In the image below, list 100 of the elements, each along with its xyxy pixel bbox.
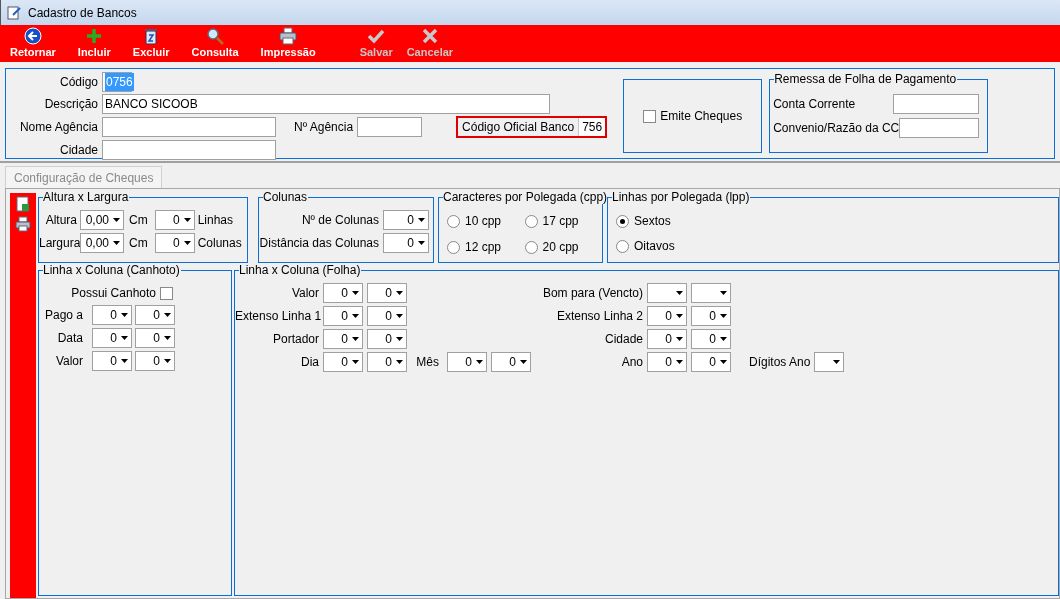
input-field[interactable]: 756 [579,118,606,136]
dropdown[interactable]: 0,00 [80,210,124,230]
input-field[interactable] [899,118,980,138]
toolbar-button[interactable]: Excluir [126,27,176,59]
group-title: Colunas [263,190,309,204]
toolbar-button[interactable]: Impressão [254,27,322,59]
caret-icon [396,360,403,364]
dropdown[interactable]: 0 [491,352,531,372]
toolbar-button[interactable]: Retornar [4,27,62,59]
radio-button[interactable] [524,214,538,228]
dropdown[interactable]: 0 [647,306,687,326]
checkbox[interactable] [160,286,173,300]
plus-icon [85,27,104,45]
printer-icon [15,216,31,232]
caret-icon [113,218,120,222]
dropdown[interactable]: 0 [323,352,363,372]
field-label: Código [58,74,98,91]
radio-button[interactable] [447,240,460,254]
input-field[interactable]: BANCO SICOOB [102,94,550,114]
field-label: Valor [290,285,319,302]
dropdown[interactable]: 0 [647,329,687,349]
group-title: Caracteres por Polegada (cpp) [443,190,609,204]
dropdown[interactable]: 0 [154,210,195,230]
checkbox-label: Emite Cheques [660,108,743,125]
caret-icon [113,241,120,245]
toolbar-button[interactable]: Consulta [185,27,245,59]
dropdown[interactable]: 0 [367,306,407,326]
caret-icon [164,359,171,363]
dropdown[interactable]: 0 [323,283,363,303]
toolbar-button[interactable]: Incluir [71,27,117,59]
dropdown[interactable]: 0 [367,283,407,303]
caret-icon [676,337,683,341]
dropdown[interactable]: 0 [323,329,363,349]
caret-icon [676,314,683,318]
checkmark-icon [367,27,386,45]
dropdown[interactable]: 0 [135,305,175,325]
dropdown[interactable]: 0 [367,329,407,349]
input-field[interactable] [102,140,276,160]
radio-label: Sextos [634,213,671,230]
caret-icon [121,313,128,317]
dropdown[interactable]: 0 [691,352,731,372]
radio-label: 10 cpp [465,213,502,230]
search-icon [206,27,225,45]
field-label: Cm [129,235,148,252]
dropdown[interactable] [814,352,845,372]
dropdown[interactable]: 0 [367,352,407,372]
caret-icon [720,360,727,364]
input-field[interactable] [357,117,423,137]
group-title: Remessa de Folha de Pagamento [774,72,958,86]
input-field[interactable] [102,117,276,137]
document-edit-icon [7,5,22,20]
dropdown[interactable]: 0 [135,328,175,348]
field-label: Dia [300,354,319,371]
dropdown[interactable]: 0 [323,306,363,326]
group-title: Altura x Largura [43,190,130,204]
field-label: Dígitos Ano [749,354,811,371]
dropdown[interactable]: 0,00 [80,233,124,253]
caret-icon [396,314,403,318]
radio-button[interactable] [524,240,538,254]
radio-button[interactable] [616,239,629,253]
caret-icon [352,337,359,341]
field-label: Conta Corrente [773,96,856,113]
field-label: Altura [44,212,77,229]
caret-icon [121,336,128,340]
caret-icon [676,291,683,295]
field-label: Data [56,330,83,347]
field-label: Ano [620,354,643,371]
dropdown[interactable]: 0 [647,352,687,372]
radio-button[interactable] [447,214,460,228]
dropdown[interactable]: 0 [154,233,195,253]
caret-icon [164,336,171,340]
field-label: Descrição [43,96,98,113]
caret-icon [833,360,841,364]
field-label: Extenso Linha 2 [555,308,643,325]
input-field[interactable] [893,94,980,114]
field-label: Nome Agência [18,119,98,136]
field-label: Linhas [197,212,234,229]
dropdown[interactable]: 0 [383,210,429,230]
caret-icon [418,218,425,222]
field-label: Cm [129,212,148,229]
field-label: Mês [416,354,439,371]
field-label: Distância das Colunas [259,235,379,252]
dropdown[interactable]: 0 [92,328,132,348]
radio-label: 20 cpp [542,239,579,256]
dropdown[interactable]: 0 [383,233,429,253]
checkbox[interactable] [643,109,657,123]
dropdown[interactable]: 0 [691,306,731,326]
radio-button[interactable] [616,214,629,228]
dropdown[interactable]: 0 [135,351,175,371]
field-label: Bom para (Vencto) [541,285,643,302]
dropdown[interactable]: 0 [92,305,132,325]
dropdown[interactable]: 0 [92,351,132,371]
field-label: Colunas [197,235,242,252]
caret-icon [476,360,483,364]
caret-icon [676,360,683,364]
dropdown[interactable]: 0 [691,329,731,349]
field-label: Cidade [603,331,643,348]
dropdown[interactable]: 0 [447,352,487,372]
caret-icon [418,241,425,245]
group-title: Linhas por Polegada (lpp) [612,190,751,204]
